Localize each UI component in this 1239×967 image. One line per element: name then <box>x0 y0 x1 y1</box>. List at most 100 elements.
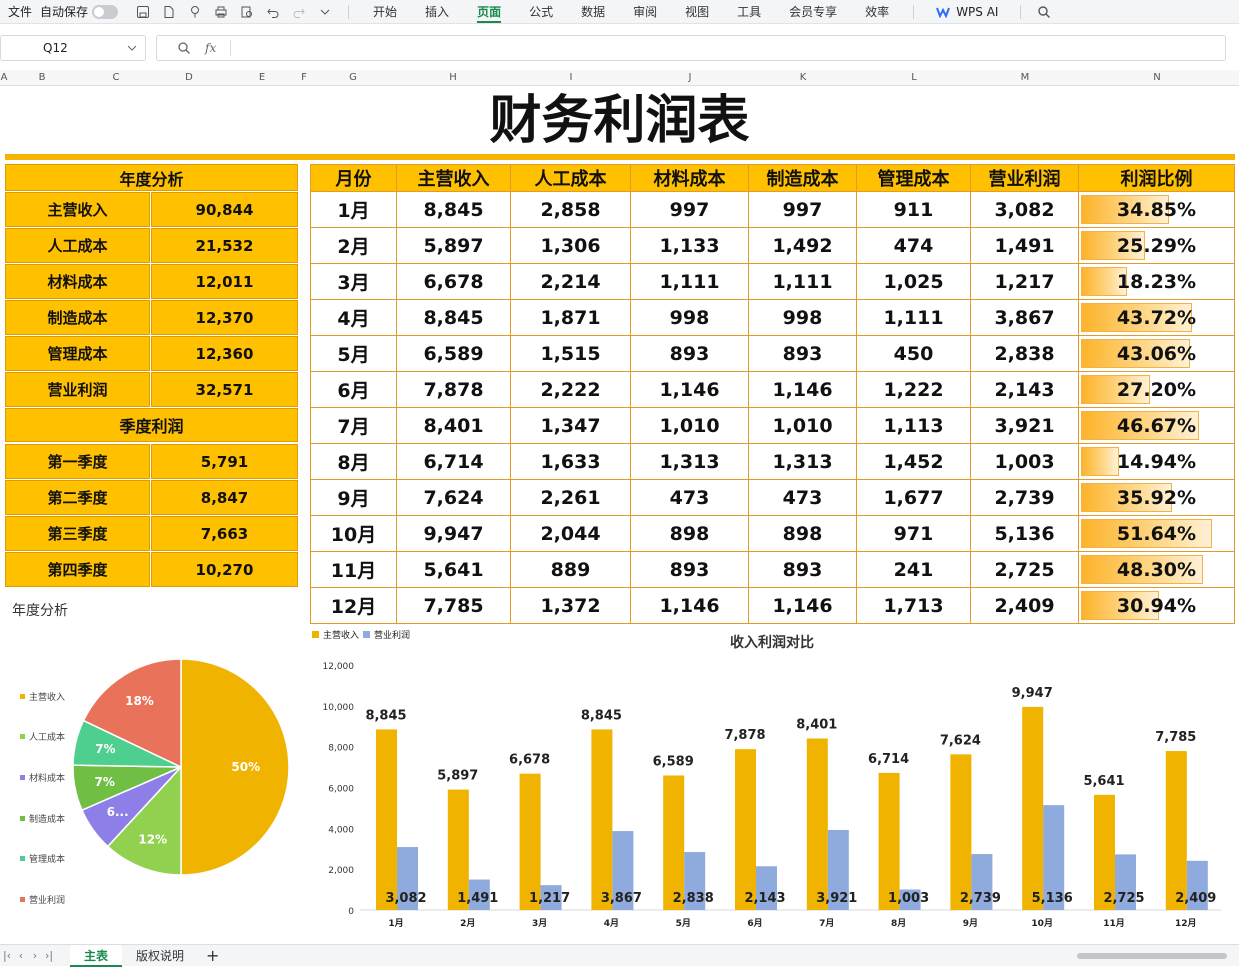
table-cell[interactable]: 7,624 <box>396 479 511 516</box>
bar-chart[interactable]: 0 2,000 4,000 6,000 8,000 10,000 12,000 8,845 3,… <box>308 652 1228 937</box>
table-cell[interactable]: 5,136 <box>970 515 1079 552</box>
print-icon[interactable] <box>213 4 229 20</box>
table-cell[interactable]: 1,633 <box>510 443 631 480</box>
prev-sheet-icon[interactable]: ‹ <box>14 949 28 962</box>
annual-label[interactable]: 制造成本 <box>5 300 150 335</box>
next-sheet-icon[interactable]: › <box>28 949 42 962</box>
horizontal-scrollbar[interactable] <box>1077 953 1227 959</box>
annual-value[interactable]: 90,844 <box>151 192 298 227</box>
menu-home[interactable]: 开始 <box>359 0 411 24</box>
profit-ratio-cell[interactable]: 18.23% <box>1078 263 1235 300</box>
formula-input[interactable]: fx <box>156 35 1226 61</box>
profit-ratio-cell[interactable]: 35.92% <box>1078 479 1235 516</box>
wps-ai-button[interactable]: WPS AI <box>924 5 1010 19</box>
table-cell[interactable]: 4月 <box>310 299 397 336</box>
annual-value[interactable]: 12,360 <box>151 336 298 371</box>
tab-main[interactable]: 主表 <box>70 944 123 967</box>
annual-label[interactable]: 人工成本 <box>5 228 150 263</box>
annual-value[interactable]: 21,532 <box>151 228 298 263</box>
redo-icon[interactable] <box>291 4 307 20</box>
table-cell[interactable]: 893 <box>748 335 857 372</box>
menu-view[interactable]: 视图 <box>671 0 723 24</box>
profit-ratio-cell[interactable]: 43.06% <box>1078 335 1235 372</box>
table-cell[interactable]: 898 <box>748 515 857 552</box>
profit-ratio-cell[interactable]: 30.94% <box>1078 587 1235 624</box>
quarter-value[interactable]: 5,791 <box>151 444 298 479</box>
table-cell[interactable]: 2,858 <box>510 191 631 228</box>
col-profit-ratio[interactable]: 利润比例 <box>1078 164 1235 192</box>
table-cell[interactable]: 473 <box>748 479 857 516</box>
table-cell[interactable]: 1,313 <box>748 443 857 480</box>
table-cell[interactable]: 1,871 <box>510 299 631 336</box>
save-icon[interactable] <box>135 4 151 20</box>
table-cell[interactable]: 8月 <box>310 443 397 480</box>
table-cell[interactable]: 997 <box>630 191 749 228</box>
col-header-n[interactable]: N <box>1153 72 1160 83</box>
table-cell[interactable]: 1,003 <box>970 443 1079 480</box>
bar-revenue[interactable] <box>878 772 900 910</box>
table-cell[interactable]: 450 <box>856 335 971 372</box>
table-cell[interactable]: 2,143 <box>970 371 1079 408</box>
table-cell[interactable]: 1,677 <box>856 479 971 516</box>
table-cell[interactable]: 1,713 <box>856 587 971 624</box>
table-cell[interactable]: 7月 <box>310 407 397 444</box>
table-cell[interactable]: 2,222 <box>510 371 631 408</box>
col-header-e[interactable]: E <box>259 72 265 83</box>
table-cell[interactable]: 5,897 <box>396 227 511 264</box>
table-cell[interactable]: 5,641 <box>396 551 511 588</box>
autosave-toggle[interactable] <box>92 4 119 19</box>
quarter-value[interactable]: 7,663 <box>151 516 298 551</box>
menu-insert[interactable]: 插入 <box>411 0 463 24</box>
format-painter-icon[interactable] <box>187 4 203 20</box>
quarter-label[interactable]: 第二季度 <box>5 480 150 515</box>
table-cell[interactable]: 1月 <box>310 191 397 228</box>
bar-revenue[interactable] <box>376 729 397 910</box>
zoom-icon[interactable] <box>177 41 191 55</box>
profit-ratio-cell[interactable]: 46.67% <box>1078 407 1235 444</box>
menu-efficiency[interactable]: 效率 <box>851 0 903 24</box>
table-cell[interactable]: 9月 <box>310 479 397 516</box>
table-cell[interactable]: 1,113 <box>856 407 971 444</box>
bar-revenue[interactable] <box>950 754 972 910</box>
col-labor-cost[interactable]: 人工成本 <box>510 164 631 192</box>
annual-label[interactable]: 管理成本 <box>5 336 150 371</box>
last-sheet-icon[interactable]: ›| <box>42 949 56 962</box>
undo-icon[interactable] <box>265 4 281 20</box>
table-cell[interactable]: 1,306 <box>510 227 631 264</box>
legend-item[interactable]: 材料成本 <box>20 757 65 798</box>
legend-item[interactable]: 管理成本 <box>20 838 65 879</box>
profit-ratio-cell[interactable]: 27.20% <box>1078 371 1235 408</box>
table-cell[interactable]: 1,222 <box>856 371 971 408</box>
col-admin-cost[interactable]: 管理成本 <box>856 164 971 192</box>
table-cell[interactable]: 3,082 <box>970 191 1079 228</box>
col-header-g[interactable]: G <box>349 72 357 83</box>
table-cell[interactable]: 2,214 <box>510 263 631 300</box>
document-icon[interactable] <box>161 4 177 20</box>
menu-member[interactable]: 会员专享 <box>775 0 851 24</box>
col-header-l[interactable]: L <box>911 72 917 83</box>
table-cell[interactable]: 1,491 <box>970 227 1079 264</box>
col-header-m[interactable]: M <box>1021 72 1030 83</box>
col-revenue[interactable]: 主营收入 <box>396 164 511 192</box>
table-cell[interactable]: 1,217 <box>970 263 1079 300</box>
table-cell[interactable]: 2月 <box>310 227 397 264</box>
search-icon[interactable] <box>1036 4 1052 20</box>
table-cell[interactable]: 893 <box>630 335 749 372</box>
col-header-b[interactable]: B <box>39 72 46 83</box>
annual-value[interactable]: 12,011 <box>151 264 298 299</box>
col-manufacturing-cost[interactable]: 制造成本 <box>748 164 857 192</box>
menu-page[interactable]: 页面 <box>463 0 515 24</box>
table-cell[interactable]: 997 <box>748 191 857 228</box>
table-cell[interactable]: 1,146 <box>748 587 857 624</box>
bar-revenue[interactable] <box>519 773 541 910</box>
col-header-k[interactable]: K <box>800 72 807 83</box>
profit-ratio-cell[interactable]: 25.29% <box>1078 227 1235 264</box>
table-cell[interactable]: 5月 <box>310 335 397 372</box>
table-cell[interactable]: 1,111 <box>748 263 857 300</box>
table-cell[interactable]: 3月 <box>310 263 397 300</box>
annual-value[interactable]: 32,571 <box>151 372 298 407</box>
bar-revenue[interactable] <box>806 738 828 910</box>
table-cell[interactable]: 2,044 <box>510 515 631 552</box>
table-cell[interactable]: 998 <box>748 299 857 336</box>
table-cell[interactable]: 1,010 <box>748 407 857 444</box>
